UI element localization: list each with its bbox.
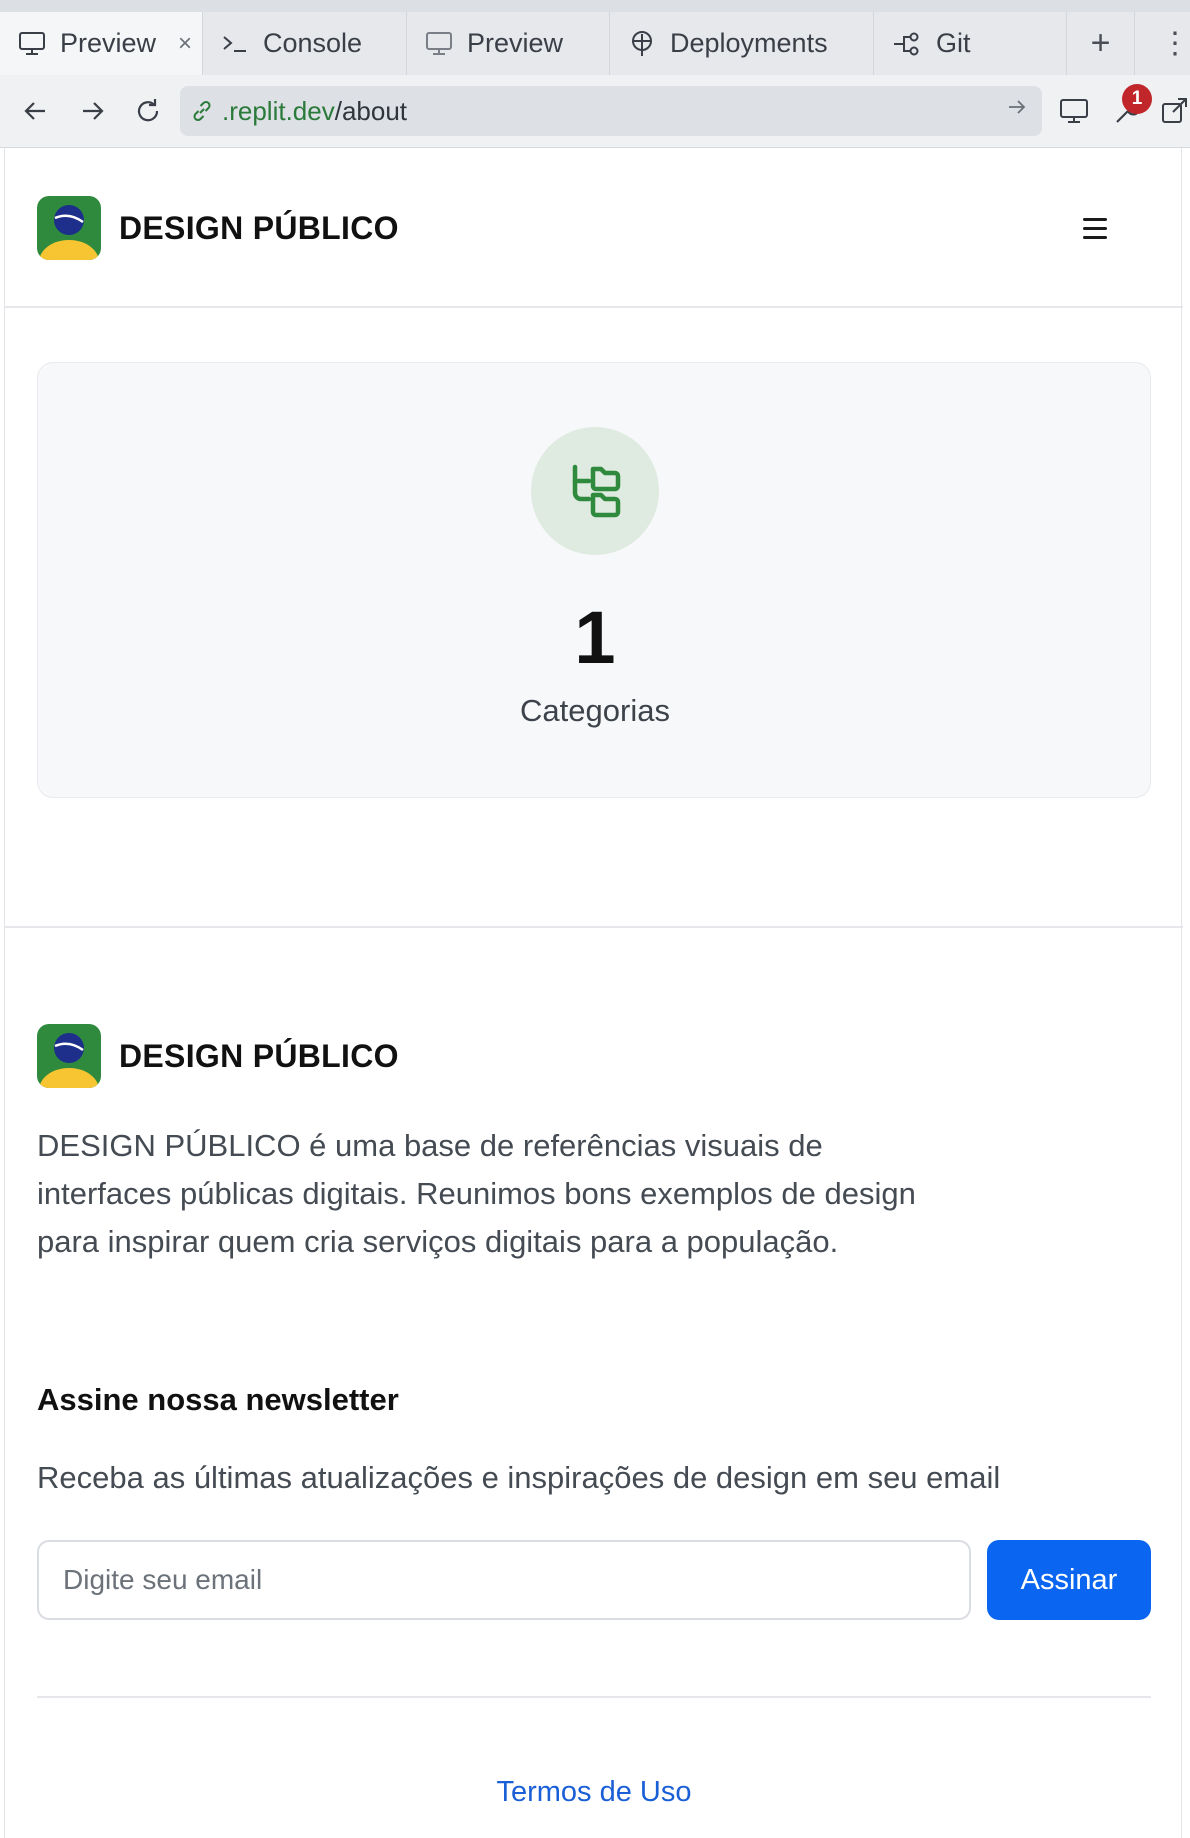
footer-description: DESIGN PÚBLICO é uma base de referências… — [37, 1128, 916, 1259]
categories-stat-card: 1 Categorias — [37, 362, 1151, 798]
terminal-icon — [223, 35, 246, 52]
back-button[interactable] — [14, 89, 58, 133]
subscribe-button[interactable]: Assinar — [987, 1540, 1151, 1620]
url-path: /about — [334, 95, 408, 126]
new-tab-button[interactable]: + — [1067, 12, 1135, 75]
brand-name-rest: PÚBLICO — [252, 209, 399, 246]
hamburger-menu-button[interactable] — [1073, 206, 1117, 250]
tab-label: Console — [263, 28, 363, 58]
categories-label: Categorias — [520, 693, 670, 728]
open-external-button[interactable] — [1158, 89, 1190, 133]
tab-deployments[interactable]: Deployments — [610, 12, 874, 75]
brand-logo-icon — [37, 1024, 101, 1088]
devtools-count-badge: 1 — [1122, 84, 1152, 114]
reload-button[interactable] — [126, 89, 170, 133]
monitor-icon — [19, 31, 45, 55]
arrow-right-icon — [83, 102, 104, 120]
brand-name-bold: DESIGN — [119, 209, 244, 246]
footer-logo-link[interactable]: DESIGN PÚBLICO — [37, 1024, 399, 1088]
link-icon — [193, 100, 211, 122]
monitor-icon — [426, 31, 452, 55]
menu-icon-bar — [1083, 226, 1107, 230]
brand-name: DESIGN PÚBLICO — [119, 210, 399, 247]
device-preview-button[interactable] — [1052, 89, 1096, 133]
menu-icon-bar — [1083, 235, 1107, 239]
url-host: .replit.dev — [222, 95, 335, 126]
close-tab-icon[interactable]: × — [178, 30, 192, 58]
tab-label: Preview — [467, 28, 564, 58]
page-viewport: DESIGN PÚBLICO 1 Categorias DESIGN PÚBLI… — [4, 148, 1183, 1838]
external-link-icon — [1162, 98, 1187, 123]
tab-label: Deployments — [670, 28, 828, 58]
browser-tab-bar: Preview × Console Preview Deployments Gi… — [0, 0, 1190, 75]
deploy-icon — [632, 30, 652, 56]
reload-icon — [137, 99, 159, 122]
site-logo-link[interactable]: DESIGN PÚBLICO — [37, 196, 399, 260]
tab-git[interactable]: Git — [874, 12, 1067, 75]
git-icon — [894, 32, 919, 55]
tab-preview-active[interactable]: Preview × — [0, 12, 203, 75]
tab-bar-top-strip — [0, 0, 1190, 12]
folder-tree-icon — [531, 427, 659, 555]
footer-brand-name: DESIGN PÚBLICO — [119, 1038, 399, 1075]
monitor-icon — [1060, 99, 1088, 123]
browser-address-bar: .replit.dev/about — [0, 75, 1190, 148]
footer-divider — [37, 1696, 1151, 1698]
terms-of-use-link[interactable]: Termos de Uso — [5, 1776, 1183, 1809]
newsletter-email-input[interactable] — [37, 1540, 971, 1620]
site-header: DESIGN PÚBLICO — [5, 148, 1183, 308]
tab-preview[interactable]: Preview — [407, 12, 610, 75]
forward-button[interactable] — [70, 89, 114, 133]
more-options-icon[interactable]: ⋮ — [1160, 12, 1190, 75]
tab-label: Git — [936, 28, 971, 58]
categories-count: 1 — [574, 596, 616, 679]
tab-label: Preview — [60, 28, 157, 58]
arrow-left-icon — [24, 102, 45, 120]
url-field[interactable]: .replit.dev/about — [180, 86, 1042, 136]
go-arrow-icon[interactable] — [1006, 96, 1028, 118]
brand-name-bold: DESIGN — [119, 1037, 244, 1074]
menu-icon-bar — [1083, 217, 1107, 221]
newsletter-title: Assine nossa newsletter — [37, 1382, 399, 1417]
brand-logo-icon — [37, 196, 101, 260]
newsletter-subtitle: Receba as últimas atualizações e inspira… — [37, 1460, 1001, 1495]
site-footer: DESIGN PÚBLICO DESIGN PÚBLICO é uma base… — [5, 926, 1183, 1838]
brand-name-rest: PÚBLICO — [252, 1037, 399, 1074]
tab-console[interactable]: Console — [203, 12, 407, 75]
